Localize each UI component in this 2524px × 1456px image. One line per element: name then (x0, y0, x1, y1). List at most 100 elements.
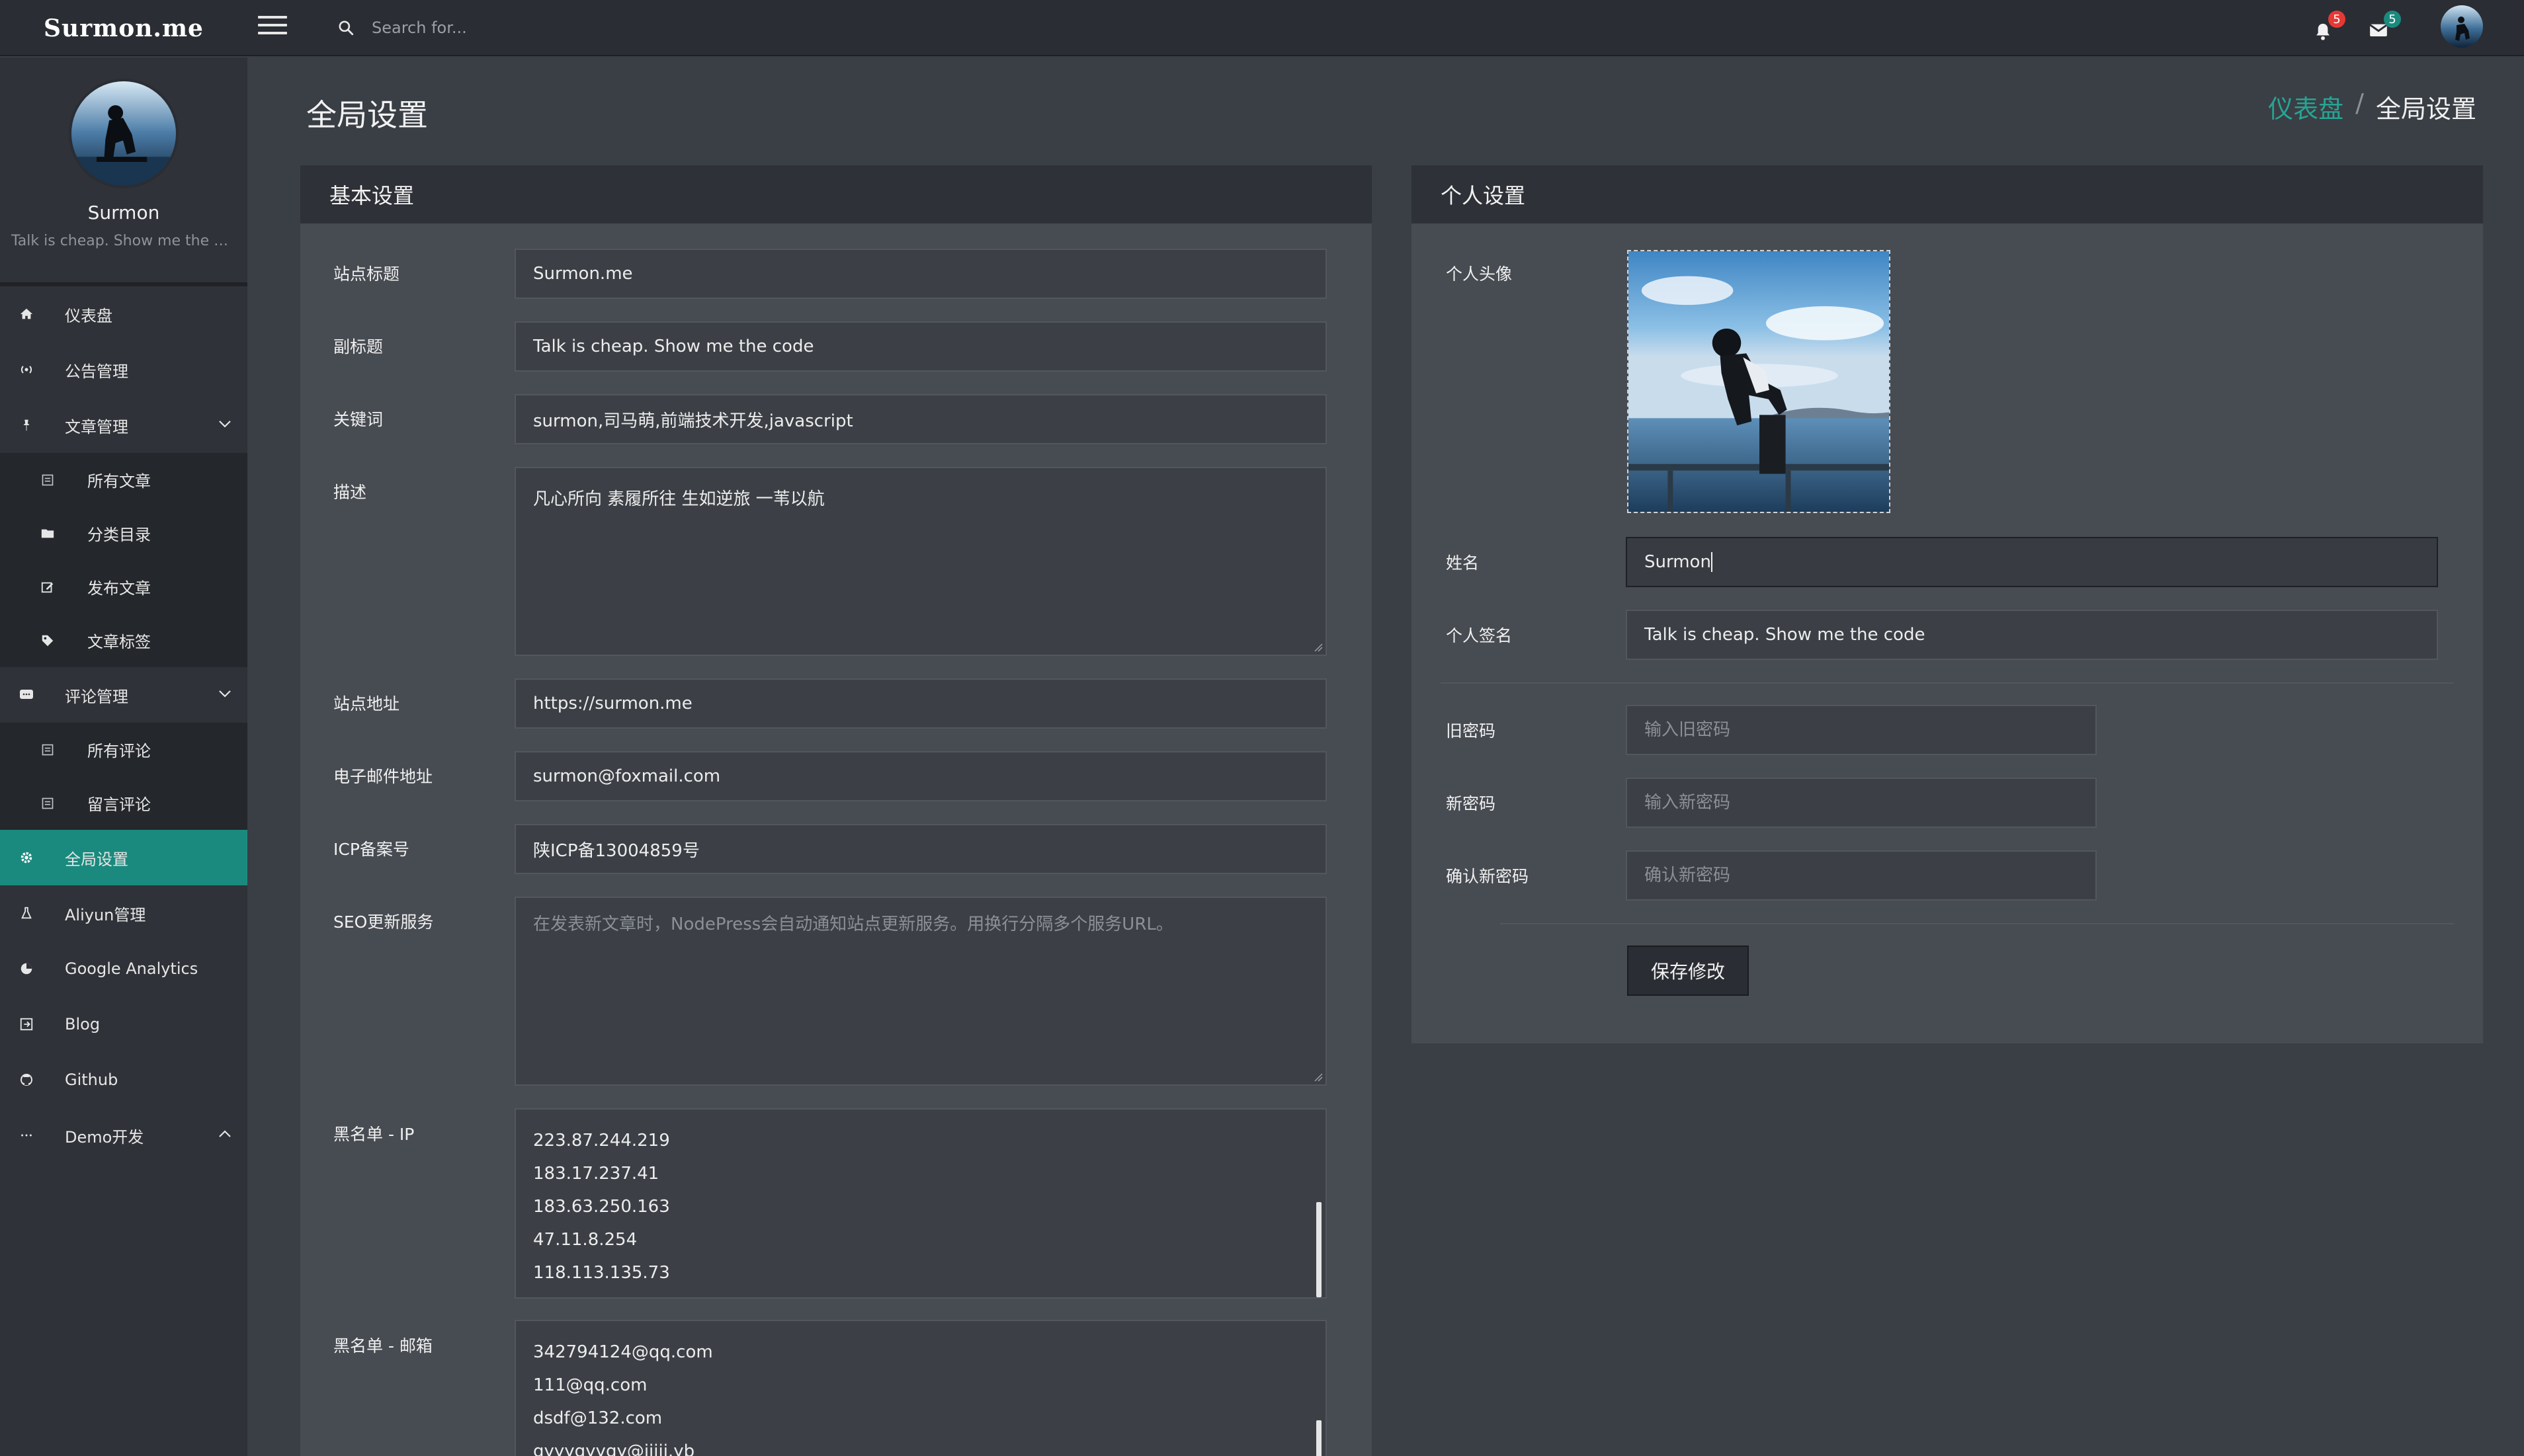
list-icon (40, 742, 56, 758)
comments-submenu: 所有评论 留言评论 (0, 723, 247, 830)
search-icon (339, 20, 354, 36)
site-title-label: 站点标题 (333, 264, 400, 284)
confirm-password-input[interactable] (1626, 850, 2097, 901)
hamburger-menu-icon[interactable] (258, 16, 287, 40)
scrollbar-thumb[interactable] (1316, 1202, 1322, 1297)
seo-label: SEO更新服务 (333, 912, 434, 932)
sidebar-item-all-articles[interactable]: 所有文章 (0, 453, 247, 506)
sidebar-item-label: Blog (65, 1015, 101, 1033)
sidebar-item-aliyun[interactable]: Aliyun管理 (0, 885, 247, 941)
broadcast-icon (19, 362, 34, 378)
site-logo[interactable]: Surmon.me (0, 0, 247, 56)
top-bar: Surmon.me 5 5 (0, 0, 2524, 56)
articles-submenu: 所有文章 分类目录 发布文章 文章标签 (0, 453, 247, 667)
sidebar-item-label: 全局设置 (65, 850, 128, 869)
blacklist-mail-line: dsdf@132.com (533, 1408, 663, 1428)
name-input[interactable]: Surmon (1626, 537, 2438, 587)
sidebar-item-tags[interactable]: 文章标签 (0, 614, 247, 667)
old-password-label: 旧密码 (1446, 721, 1496, 741)
home-icon (19, 306, 34, 322)
basic-settings-heading: 基本设置 (300, 165, 1372, 223)
seo-textarea[interactable]: 在发表新文章时，NodePress会自动通知站点更新服务。用换行分隔多个服务UR… (515, 897, 1327, 1086)
sidebar-item-label: 仪表盘 (65, 306, 112, 325)
description-label: 描述 (333, 483, 367, 502)
sidebar-item-articles[interactable]: 文章管理 (0, 397, 247, 453)
description-text: 凡心所向 素履所往 生如逆旅 一苇以航 (533, 489, 825, 509)
site-title-input[interactable]: Surmon.me (515, 249, 1327, 299)
github-icon (19, 1072, 34, 1088)
blacklist-ip-line: 47.11.8.254 (533, 1230, 638, 1250)
sidebar-item-blog[interactable]: Blog (0, 996, 247, 1052)
sidebar-item-publish[interactable]: 发布文章 (0, 560, 247, 614)
sidebar-item-google-analytics[interactable]: Google Analytics (0, 941, 247, 996)
section-divider (1500, 923, 2454, 924)
ellipsis-icon (19, 1127, 34, 1143)
search-input[interactable] (372, 19, 702, 37)
sidebar-item-label: 留言评论 (87, 795, 151, 814)
notifications-button[interactable]: 5 (2308, 11, 2345, 44)
sidebar-item-guestbook[interactable]: 留言评论 (0, 776, 247, 830)
sidebar-item-categories[interactable]: 分类目录 (0, 506, 247, 560)
name-label: 姓名 (1446, 553, 1480, 573)
blacklist-ip-line: 223.87.244.219 (533, 1131, 670, 1151)
scrollbar-thumb[interactable] (1316, 1420, 1322, 1456)
personal-slogan-input[interactable]: Talk is cheap. Show me the code (1626, 610, 2438, 660)
blacklist-ip-textarea[interactable]: 223.87.244.219 183.17.237.41 183.63.250.… (515, 1108, 1327, 1299)
blacklist-ip-line: 183.17.237.41 (533, 1164, 659, 1184)
site-url-label: 站点地址 (333, 694, 400, 713)
sidebar-item-label: Google Analytics (65, 959, 198, 978)
sidebar-item-dashboard[interactable]: 仪表盘 (0, 286, 247, 342)
blacklist-ip-line: 118.113.135.73 (533, 1263, 670, 1283)
blacklist-mail-textarea[interactable]: 342794124@qq.com 111@qq.com dsdf@132.com… (515, 1320, 1327, 1456)
profile-avatar[interactable] (69, 79, 179, 188)
comment-icon (19, 687, 34, 703)
resize-handle-icon[interactable] (1314, 643, 1323, 652)
avatar-upload[interactable] (1627, 250, 1890, 513)
description-textarea[interactable]: 凡心所向 素履所往 生如逆旅 一苇以航 (515, 467, 1327, 656)
tag-icon (40, 633, 56, 649)
avatar-label: 个人头像 (1446, 264, 1513, 284)
old-password-input[interactable] (1626, 705, 2097, 755)
blacklist-mail-line: 111@qq.com (533, 1375, 648, 1395)
keywords-input[interactable]: surmon,司马萌,前端技术开发,javascript (515, 394, 1327, 444)
chevron-down-icon (219, 690, 231, 698)
personal-slogan-label: 个人签名 (1446, 626, 1513, 645)
sidebar-item-demo[interactable]: Demo开发 (0, 1108, 247, 1163)
text-caret (1710, 552, 1712, 572)
blacklist-mail-line: 342794124@qq.com (533, 1342, 713, 1362)
external-link-icon (19, 1016, 34, 1032)
sidebar-profile: Surmon Talk is cheap. Show me the code (0, 58, 247, 286)
breadcrumb-home-link[interactable]: 仪表盘 (2268, 89, 2343, 125)
blacklist-mail-line: gyyygyygy@iiiij.yb (533, 1441, 695, 1456)
new-password-input[interactable] (1626, 778, 2097, 828)
sidebar-item-settings[interactable]: 全局设置 (0, 830, 247, 885)
section-divider (1441, 682, 2454, 684)
resize-handle-icon[interactable] (1314, 1072, 1323, 1082)
sidebar-item-github[interactable]: Github (0, 1052, 247, 1108)
blacklist-ip-line: 183.63.250.163 (533, 1197, 670, 1217)
sidebar-item-label: 所有评论 (87, 742, 151, 760)
edit-icon (40, 579, 56, 595)
icp-input[interactable]: 陕ICP备13004859号 (515, 824, 1327, 874)
pie-chart-icon (19, 961, 34, 977)
sidebar-item-all-comments[interactable]: 所有评论 (0, 723, 247, 776)
sidebar-item-label: Aliyun管理 (65, 905, 146, 924)
subtitle-input[interactable]: Talk is cheap. Show me the code (515, 321, 1327, 372)
user-avatar[interactable] (2441, 5, 2483, 48)
sidebar: Surmon Talk is cheap. Show me the code 仪… (0, 58, 247, 1456)
list-icon (40, 795, 56, 811)
site-url-input[interactable]: https://surmon.me (515, 678, 1327, 729)
keywords-label: 关键词 (333, 410, 384, 429)
breadcrumb-separator: / (2355, 89, 2364, 118)
page-title: 全局设置 (306, 97, 428, 133)
email-input[interactable]: surmon@foxmail.com (515, 751, 1327, 801)
messages-button[interactable]: 5 (2364, 11, 2401, 44)
breadcrumb-current: 全局设置 (2375, 95, 2476, 124)
sidebar-item-comments[interactable]: 评论管理 (0, 667, 247, 723)
blacklist-ip-label: 黑名单 - IP (333, 1125, 415, 1144)
sidebar-item-label: 文章标签 (87, 633, 151, 651)
sidebar-item-label: 评论管理 (65, 687, 128, 706)
sidebar-item-announcement[interactable]: 公告管理 (0, 342, 247, 397)
save-button[interactable]: 保存修改 (1627, 946, 1749, 996)
message-count-badge: 5 (2384, 11, 2401, 28)
